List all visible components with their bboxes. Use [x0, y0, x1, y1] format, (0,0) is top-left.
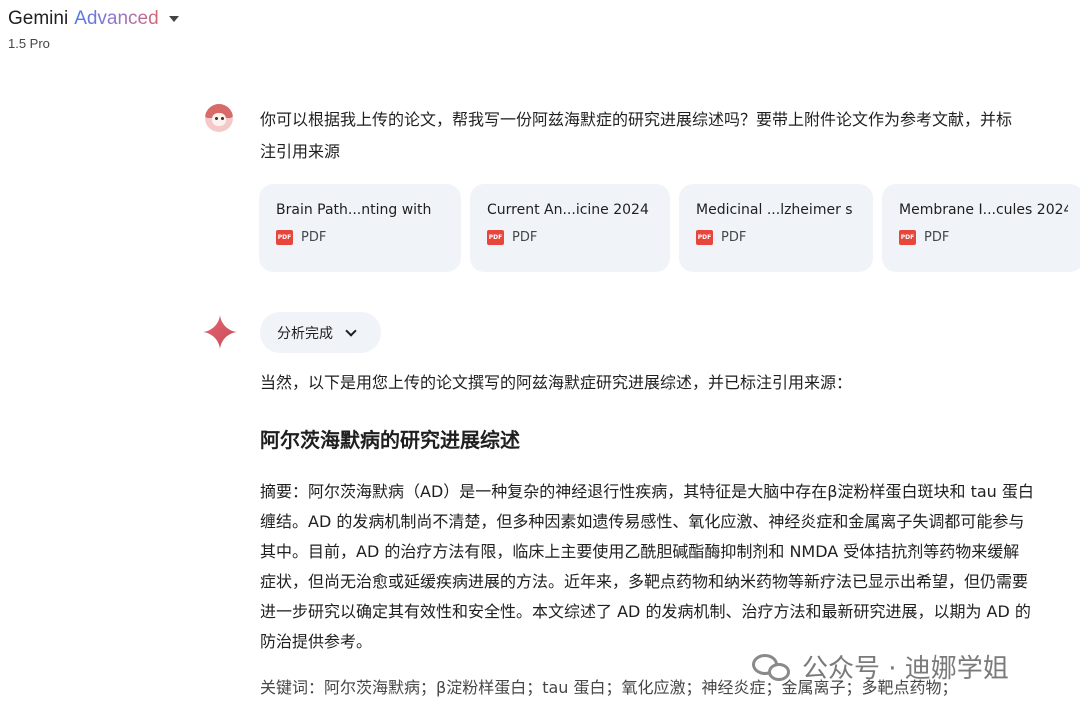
attachment-card[interactable]: Brain Path...nting with PDF PDF: [259, 184, 461, 272]
watermark: 公众号 · 迪娜学姐: [752, 648, 1009, 685]
attachment-type: PDF: [301, 230, 327, 245]
dropdown-caret-icon[interactable]: [168, 16, 179, 22]
response-intro: 当然，以下是用您上传的论文撰写的阿兹海默症研究进展综述，并已标注引用来源：: [260, 373, 853, 392]
user-message: 你可以根据我上传的论文，帮我写一份阿兹海默症的研究进展综述吗？要带上附件论文作为…: [205, 104, 1040, 168]
response-abstract: 摘要：阿尔茨海默病（AD）是一种复杂的神经退行性疾病，其特征是大脑中存在β淀粉样…: [260, 482, 1034, 651]
attachment-type: PDF: [721, 230, 747, 245]
attachment-name: Medicinal ...lzheimer s: [696, 202, 853, 218]
brand-tier: Advanced: [74, 8, 159, 29]
gemini-sparkle-icon: [203, 315, 237, 349]
pdf-icon: PDF: [276, 230, 293, 245]
attachment-type: PDF: [924, 230, 950, 245]
user-avatar[interactable]: [205, 104, 233, 132]
attachment-name: Current An...icine 2024: [487, 202, 649, 218]
user-prompt-text: 你可以根据我上传的论文，帮我写一份阿兹海默症的研究进展综述吗？要带上附件论文作为…: [260, 110, 1013, 161]
top-bar: Gemini Advanced 1.5 Pro: [8, 8, 179, 51]
response-heading: 阿尔茨海默病的研究进展综述: [260, 428, 520, 452]
model-version: 1.5 Pro: [8, 36, 50, 51]
attachment-name: Membrane I...cules 2024: [899, 202, 1068, 218]
attachment-card[interactable]: Medicinal ...lzheimer s PDF PDF: [679, 184, 873, 272]
pdf-icon: PDF: [487, 230, 504, 245]
brand-name: Gemini: [8, 8, 69, 29]
watermark-text: 公众号 · 迪娜学姐: [802, 654, 1009, 684]
attachment-type: PDF: [512, 230, 538, 245]
pdf-icon: PDF: [899, 230, 916, 245]
attachment-name: Brain Path...nting with: [276, 202, 432, 218]
attachment-card[interactable]: Membrane I...cules 2024 PDF PDF: [882, 184, 1080, 272]
attachment-card[interactable]: Current An...icine 2024 PDF PDF: [470, 184, 670, 272]
analysis-toggle-button[interactable]: 分析完成: [260, 312, 381, 353]
model-switcher[interactable]: Gemini Advanced: [8, 8, 179, 30]
analysis-label: 分析完成: [277, 325, 333, 342]
pdf-icon: PDF: [696, 230, 713, 245]
wechat-icon: [752, 652, 792, 682]
chevron-down-icon: [345, 324, 357, 337]
attachment-list: Brain Path...nting with PDF PDF Current A…: [259, 184, 1080, 272]
